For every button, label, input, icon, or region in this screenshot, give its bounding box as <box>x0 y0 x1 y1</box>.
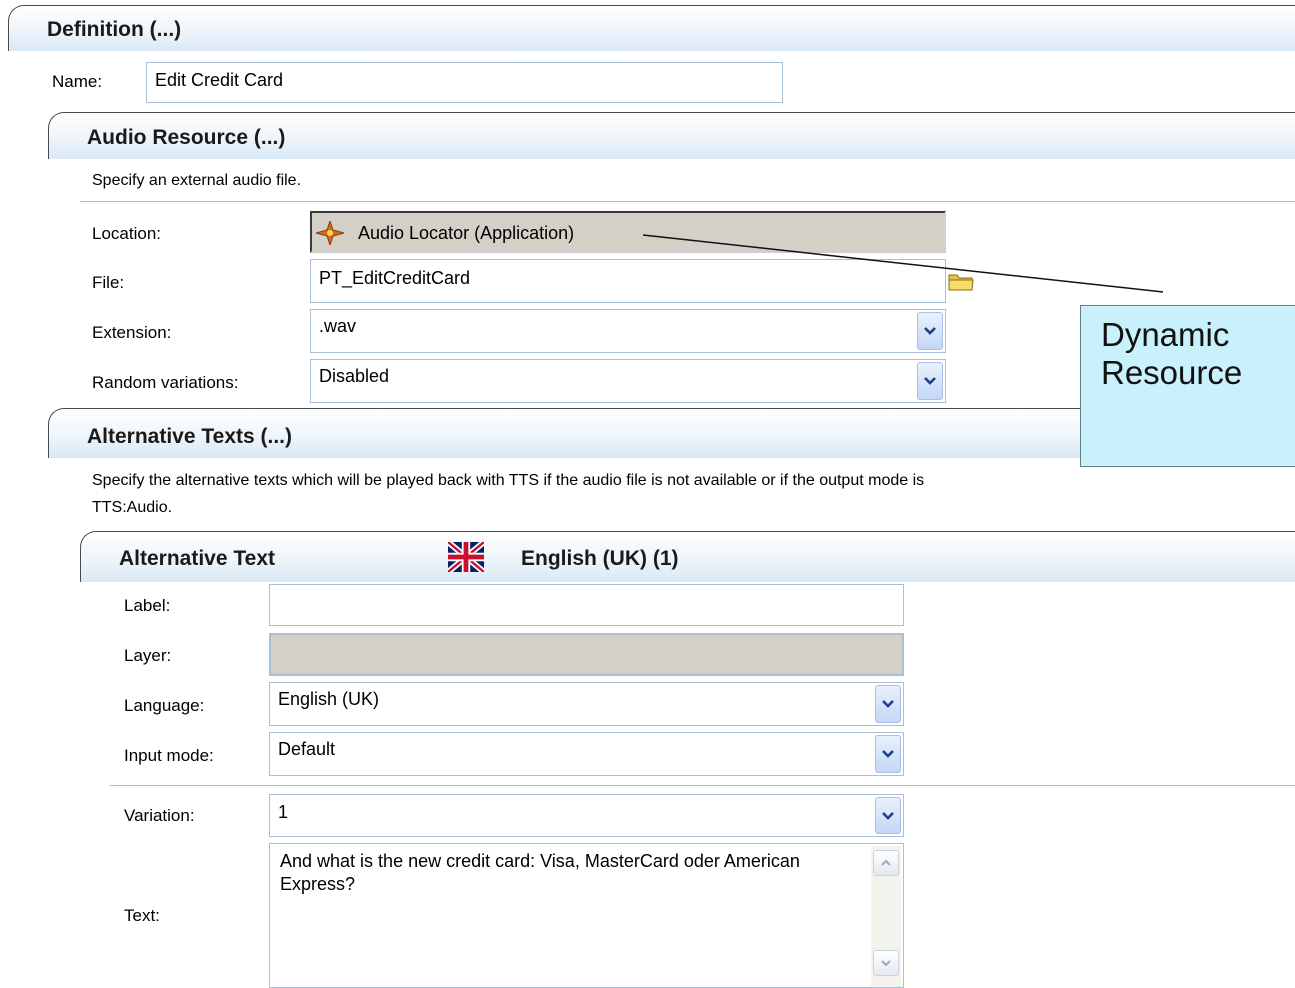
audio-locator-icon <box>314 219 346 247</box>
language-value: English (UK) <box>278 689 380 709</box>
uk-flag-icon <box>446 539 486 575</box>
language-label: Language: <box>124 696 205 715</box>
location-value: Audio Locator (Application) <box>358 223 575 243</box>
audio-resource-title: Audio Resource (...) <box>87 126 286 149</box>
language-dropdown-button[interactable] <box>875 685 901 723</box>
alternative-texts-title: Alternative Texts (...) <box>87 425 292 448</box>
audio-resource-description: Specify an external audio file. <box>92 172 302 189</box>
audio-resource-section-header[interactable]: Audio Resource (...) <box>48 112 1295 159</box>
label-field[interactable] <box>269 584 904 626</box>
text-scrollbar[interactable] <box>871 846 901 987</box>
file-label: File: <box>92 273 125 292</box>
chevron-down-icon <box>882 700 894 708</box>
extension-label: Extension: <box>92 323 172 342</box>
name-field[interactable]: Edit Credit Card <box>146 62 783 103</box>
alternative-text-title: Alternative Text <box>119 547 275 570</box>
alternative-text-language-header: English (UK) (1) <box>521 547 679 570</box>
audio-resource-separator <box>80 201 1295 202</box>
variation-select[interactable]: 1 <box>269 794 904 837</box>
definition-title: Definition (...) <box>47 18 182 41</box>
variation-value: 1 <box>278 802 289 822</box>
location-label: Location: <box>92 224 161 243</box>
chevron-down-icon <box>924 327 936 335</box>
input-mode-dropdown-button[interactable] <box>875 735 901 773</box>
chevron-up-icon <box>881 859 891 866</box>
name-value: Edit Credit Card <box>155 70 284 90</box>
scroll-up-button[interactable] <box>873 850 899 876</box>
dynamic-resource-callout: Dynamic Resource <box>1080 305 1295 467</box>
variation-dropdown-button[interactable] <box>875 797 901 834</box>
random-variations-label: Random variations: <box>92 373 239 392</box>
chevron-down-icon <box>924 377 936 385</box>
label-label: Label: <box>124 596 171 615</box>
extension-dropdown-button[interactable] <box>917 312 943 350</box>
alternative-text-separator <box>110 785 1295 786</box>
random-variations-dropdown-button[interactable] <box>917 362 943 400</box>
text-area[interactable]: And what is the new credit card: Visa, M… <box>269 843 904 988</box>
variation-label: Variation: <box>124 806 195 825</box>
input-mode-select[interactable]: Default <box>269 732 904 776</box>
callout-line2: Resource <box>1101 354 1243 391</box>
text-label: Text: <box>124 906 160 925</box>
random-variations-select[interactable]: Disabled <box>310 359 946 403</box>
layer-label: Layer: <box>124 646 172 665</box>
layer-field <box>269 633 904 676</box>
callout-line1: Dynamic <box>1101 316 1230 353</box>
input-mode-value: Default <box>278 739 336 759</box>
scroll-down-button[interactable] <box>873 950 899 976</box>
file-field[interactable]: PT_EditCreditCard <box>310 259 946 303</box>
random-variations-value: Disabled <box>319 366 390 386</box>
file-value: PT_EditCreditCard <box>319 268 471 288</box>
alternative-text-section-header[interactable]: Alternative Text English (UK) (1) <box>80 531 1295 582</box>
chevron-down-icon <box>881 960 891 967</box>
name-label: Name: <box>52 72 103 91</box>
text-value: And what is the new credit card: Visa, M… <box>280 851 800 894</box>
location-field[interactable]: Audio Locator (Application) <box>310 211 946 253</box>
extension-value: .wav <box>319 316 357 336</box>
definition-section-header[interactable]: Definition (...) <box>8 5 1295 51</box>
alternative-texts-description-line1: Specify the alternative texts which will… <box>92 472 925 489</box>
chevron-down-icon <box>882 811 894 820</box>
input-mode-label: Input mode: <box>124 746 214 765</box>
alternative-texts-description-line2: TTS:Audio. <box>92 499 173 516</box>
folder-icon[interactable] <box>948 271 974 291</box>
chevron-down-icon <box>882 750 894 758</box>
extension-select[interactable]: .wav <box>310 309 946 353</box>
language-select[interactable]: English (UK) <box>269 682 904 726</box>
